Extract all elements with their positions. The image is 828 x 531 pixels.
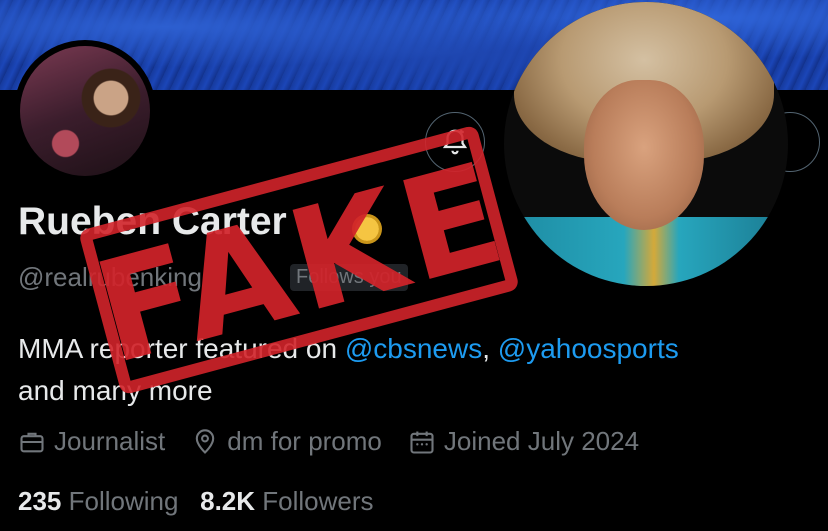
following-count: 235 xyxy=(18,486,62,516)
bio-separator: , xyxy=(482,333,498,364)
followers-label: Followers xyxy=(262,486,374,516)
calendar-icon xyxy=(410,431,434,454)
photo-face xyxy=(584,80,704,230)
location-label: dm for promo xyxy=(227,426,382,456)
following-link[interactable]: 235 Following xyxy=(18,486,178,516)
avatar-image xyxy=(20,46,150,176)
followers-count: 8.2K xyxy=(200,486,256,516)
location-pin-icon xyxy=(196,428,215,454)
profile-meta: Journalist dm for promo Joined July 2024 xyxy=(18,426,665,457)
overlay-photo xyxy=(504,2,788,286)
bio-mention-cbsnews[interactable]: @cbsnews xyxy=(345,333,482,364)
followers-link[interactable]: 8.2K Followers xyxy=(200,486,373,516)
briefcase-icon xyxy=(20,432,44,452)
category-label: Journalist xyxy=(54,426,166,456)
bio-mention-yahoosports[interactable]: @yahoosports xyxy=(498,333,679,364)
meta-location: dm for promo xyxy=(191,426,382,457)
meta-category: Journalist xyxy=(18,426,165,457)
joined-label: Joined July 2024 xyxy=(443,426,640,456)
meta-joined: Joined July 2024 xyxy=(408,426,639,457)
following-label: Following xyxy=(68,486,179,516)
profile-avatar[interactable] xyxy=(14,40,156,182)
profile-stats: 235 Following 8.2K Followers xyxy=(18,486,374,517)
